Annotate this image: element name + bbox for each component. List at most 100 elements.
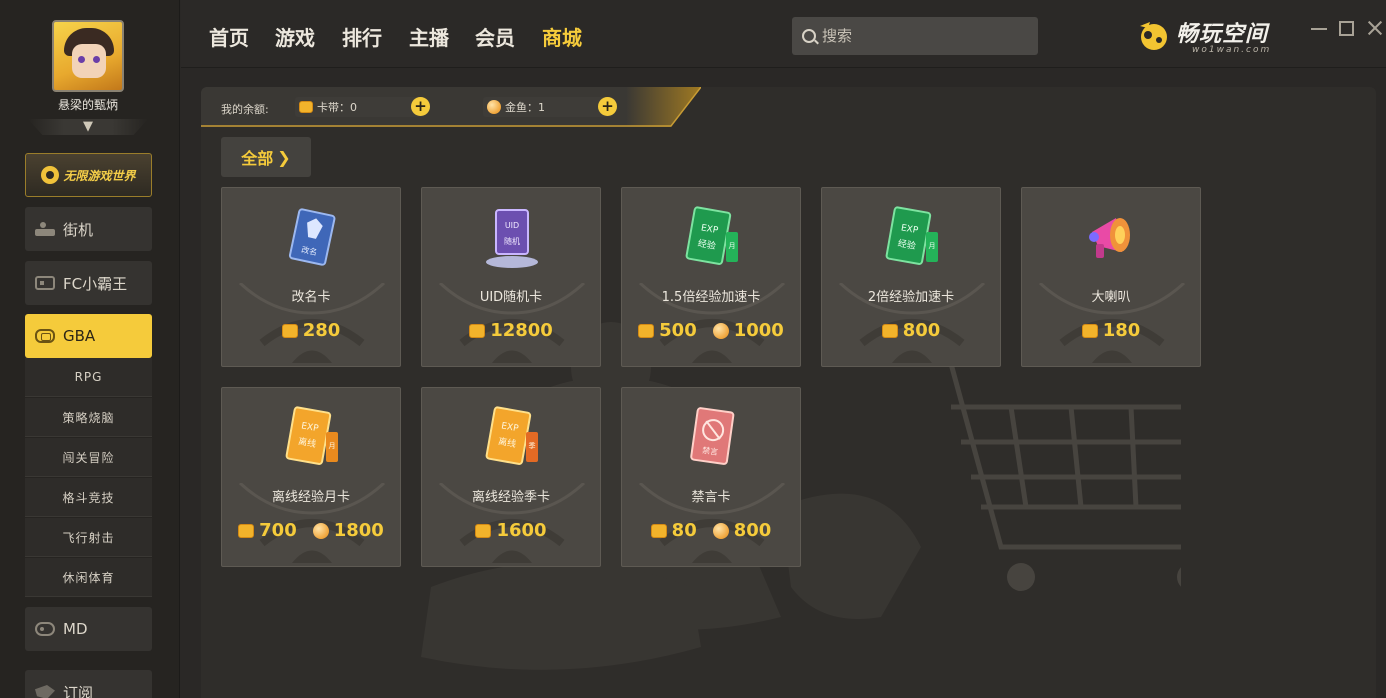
price-kadai: 1600 <box>496 520 547 541</box>
sidebar-subitem-casual[interactable]: 休闲体育 <box>25 558 152 597</box>
tab-streamers[interactable]: 主播 <box>409 22 449 51</box>
product-prices: 80 800 <box>622 520 800 541</box>
product-name: UID随机卡 <box>479 290 543 305</box>
user-menu-toggle[interactable]: ▼ <box>28 118 148 136</box>
kadai-coin-icon <box>475 523 492 538</box>
svg-text:季: 季 <box>529 441 536 450</box>
kadai-coin-icon <box>469 323 486 338</box>
sidebar-subitem-strategy[interactable]: 策略烧脑 <box>25 398 152 437</box>
subscribe-icon <box>35 685 55 698</box>
brand-logo-icon <box>1140 22 1167 50</box>
jinyu-coin-icon <box>312 522 329 539</box>
price-kadai: 700 <box>259 520 297 541</box>
jinyu-balance-text: 金鱼：1 <box>505 101 545 114</box>
kadai-balance-text: 卡带：0 <box>317 101 357 114</box>
kadai-coin-icon <box>650 523 667 538</box>
product-name: 2倍经验加速卡 <box>867 290 955 305</box>
exp-boost-card-icon: EXP 经验月 <box>682 206 742 270</box>
fc-console-icon <box>35 276 55 290</box>
sidebar-subitem-rpg[interactable]: RPG <box>25 358 152 397</box>
world-button-label: 无限游戏世界 <box>63 168 136 183</box>
sidebar: 悬梁的甄炳 ▼ 无限游戏世界 街机 FC小霸王 GBA RPG 策略烧脑 闯关冒… <box>0 0 180 698</box>
price-kadai: 12800 <box>490 320 553 341</box>
product-name: 离线经验月卡 <box>271 490 350 505</box>
sidebar-item-label: GBA <box>63 327 96 345</box>
svg-text:随机: 随机 <box>504 236 520 246</box>
search-box[interactable] <box>792 17 1038 55</box>
product-name: 离线经验季卡 <box>471 490 550 505</box>
jinyu-balance: 金鱼：1 <box>483 97 613 117</box>
sidebar-item-label: MD <box>63 620 88 638</box>
tab-shop[interactable]: 商城 <box>542 22 582 51</box>
sidebar-item-label: 订阅 <box>63 683 94 698</box>
close-icon[interactable] <box>1365 18 1385 38</box>
price-jinyu: 800 <box>733 520 772 541</box>
sidebar-subitem-shooting[interactable]: 飞行射击 <box>25 518 152 557</box>
svg-text:UID: UID <box>505 221 519 230</box>
offline-exp-month-card-icon: EXP 离线月 <box>282 406 342 470</box>
sidebar-item-subscribe[interactable]: 订阅 <box>25 670 152 698</box>
sidebar-item-label: FC小霸王 <box>63 274 128 293</box>
kadai-coin-icon <box>299 101 313 113</box>
product-card[interactable]: EXP 离线季离线经验季卡 1600 <box>421 387 601 567</box>
rename-card-icon: 改名 <box>282 206 342 270</box>
sidebar-item-gba[interactable]: GBA <box>25 314 152 358</box>
brand-name: 畅玩空间 <box>1176 22 1269 47</box>
product-card[interactable]: EXP 经验月 1.5倍经验加速卡 500 1000 <box>621 187 801 367</box>
brand-logo: 畅玩空间 wo1wan.com <box>1136 14 1296 58</box>
sidebar-item-md[interactable]: MD <box>25 607 152 651</box>
tab-home[interactable]: 首页 <box>209 22 249 51</box>
sidebar-item-label: 街机 <box>63 220 94 239</box>
product-card[interactable]: EXP 离线月离线经验月卡 700 1800 <box>221 387 401 567</box>
sidebar-item-arcade[interactable]: 街机 <box>25 207 152 251</box>
sidebar-item-fc[interactable]: FC小霸王 <box>25 261 152 305</box>
chevron-down-icon: ▼ <box>83 119 93 134</box>
price-jinyu: 1800 <box>333 520 384 541</box>
product-prices: 12800 <box>422 320 600 341</box>
search-input[interactable] <box>822 27 1022 45</box>
product-prices: 1600 <box>422 520 600 541</box>
balance-label: 我的余额: <box>221 103 269 116</box>
svg-text:月: 月 <box>929 242 936 250</box>
product-prices: 700 1800 <box>222 520 400 541</box>
gba-icon <box>35 329 55 343</box>
md-gamepad-icon <box>35 622 55 636</box>
avatar[interactable] <box>52 20 124 92</box>
product-card[interactable]: 大喇叭 180 <box>1021 187 1201 367</box>
chevron-right-icon: ❯ <box>277 147 291 167</box>
product-name: 1.5倍经验加速卡 <box>661 290 761 305</box>
kadai-coin-icon <box>638 323 655 338</box>
product-card[interactable]: 禁言禁言卡 80 800 <box>621 387 801 567</box>
sidebar-subitem-fighting[interactable]: 格斗竞技 <box>25 478 152 517</box>
filter-all-button[interactable]: 全部 ❯ <box>221 137 311 177</box>
product-card[interactable]: EXP 经验月 2倍经验加速卡 800 <box>821 187 1001 367</box>
kadai-coin-icon <box>238 523 255 538</box>
tab-membership[interactable]: 会员 <box>475 22 515 51</box>
minimize-icon[interactable] <box>1309 18 1329 38</box>
username: 悬梁的甄炳 <box>57 98 118 112</box>
add-kadai-button[interactable]: + <box>411 97 430 116</box>
arcade-icon <box>35 222 55 236</box>
kadai-balance: 卡带：0 <box>295 97 425 117</box>
kadai-coin-icon <box>881 323 898 338</box>
mute-card-icon: 禁言 <box>682 406 742 470</box>
product-card[interactable]: 改名 改名卡 280 <box>221 187 401 367</box>
product-name: 改名卡 <box>291 290 331 305</box>
svg-text:月: 月 <box>729 242 736 250</box>
product-card[interactable]: UID 随机 UID随机卡 12800 <box>421 187 601 367</box>
sidebar-subitem-adventure[interactable]: 闯关冒险 <box>25 438 152 477</box>
world-logo-icon <box>41 166 60 184</box>
product-prices: 180 <box>1022 320 1200 341</box>
maximize-icon[interactable] <box>1339 21 1354 36</box>
price-jinyu: 1000 <box>733 320 784 341</box>
product-name: 禁言卡 <box>691 490 731 505</box>
infinite-game-world-button[interactable]: 无限游戏世界 <box>25 153 152 197</box>
add-jinyu-button[interactable]: + <box>598 97 617 116</box>
price-kadai: 80 <box>671 520 697 541</box>
uid-random-card-icon: UID 随机 <box>482 206 542 270</box>
product-name: 大喇叭 <box>1091 290 1131 305</box>
tab-ranking[interactable]: 排行 <box>342 22 382 51</box>
filter-label: 全部 <box>241 149 274 168</box>
exp-boost-card-icon: EXP 经验月 <box>882 206 942 270</box>
tab-games[interactable]: 游戏 <box>275 22 315 51</box>
